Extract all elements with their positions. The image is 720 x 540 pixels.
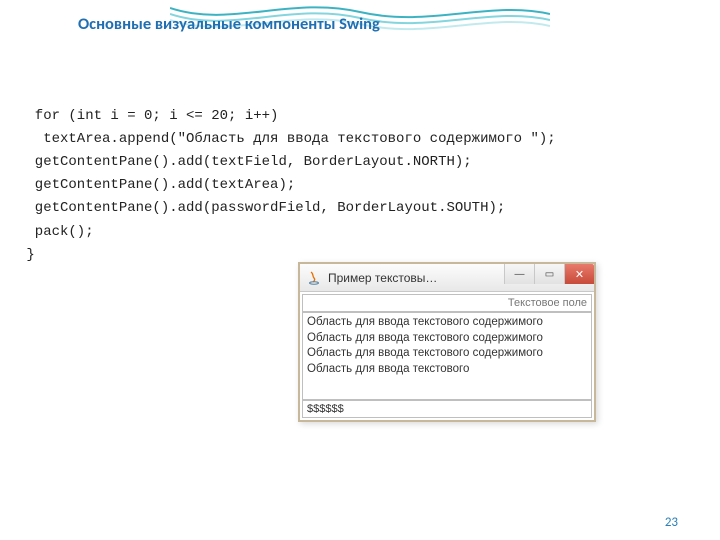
textfield-placeholder: Текстовое поле (508, 297, 587, 309)
minimize-button[interactable]: — (504, 264, 534, 284)
example-window-screenshot: Пример текстовы… — ▭ ✕ Текстовое поле Об… (298, 262, 596, 422)
center-textarea[interactable]: Область для ввода текстового содержимого… (302, 312, 592, 400)
code-line: pack(); (18, 224, 94, 240)
window-content: Текстовое поле Область для ввода текстов… (300, 292, 594, 420)
slide-title: Основные визуальные компоненты Swing (78, 14, 380, 34)
code-snippet: for (int i = 0; i <= 20; i++) textArea.a… (18, 82, 556, 267)
window-control-buttons: — ▭ ✕ (504, 264, 594, 291)
page-number: 23 (665, 515, 678, 530)
code-line: textArea.append("Область для ввода текст… (18, 131, 556, 147)
code-line: } (18, 247, 35, 263)
code-line: for (int i = 0; i <= 20; i++) (18, 108, 278, 124)
south-passwordfield[interactable]: $$$$$$ (302, 400, 592, 418)
code-line: getContentPane().add(textArea); (18, 177, 295, 193)
code-line: getContentPane().add(passwordField, Bord… (18, 200, 505, 216)
java-icon (306, 270, 322, 286)
maximize-button[interactable]: ▭ (534, 264, 564, 284)
close-button[interactable]: ✕ (564, 264, 594, 284)
window-title: Пример текстовы… (328, 271, 504, 285)
code-line: getContentPane().add(textField, BorderLa… (18, 154, 472, 170)
north-textfield[interactable]: Текстовое поле (302, 294, 592, 312)
window-titlebar: Пример текстовы… — ▭ ✕ (300, 264, 594, 292)
